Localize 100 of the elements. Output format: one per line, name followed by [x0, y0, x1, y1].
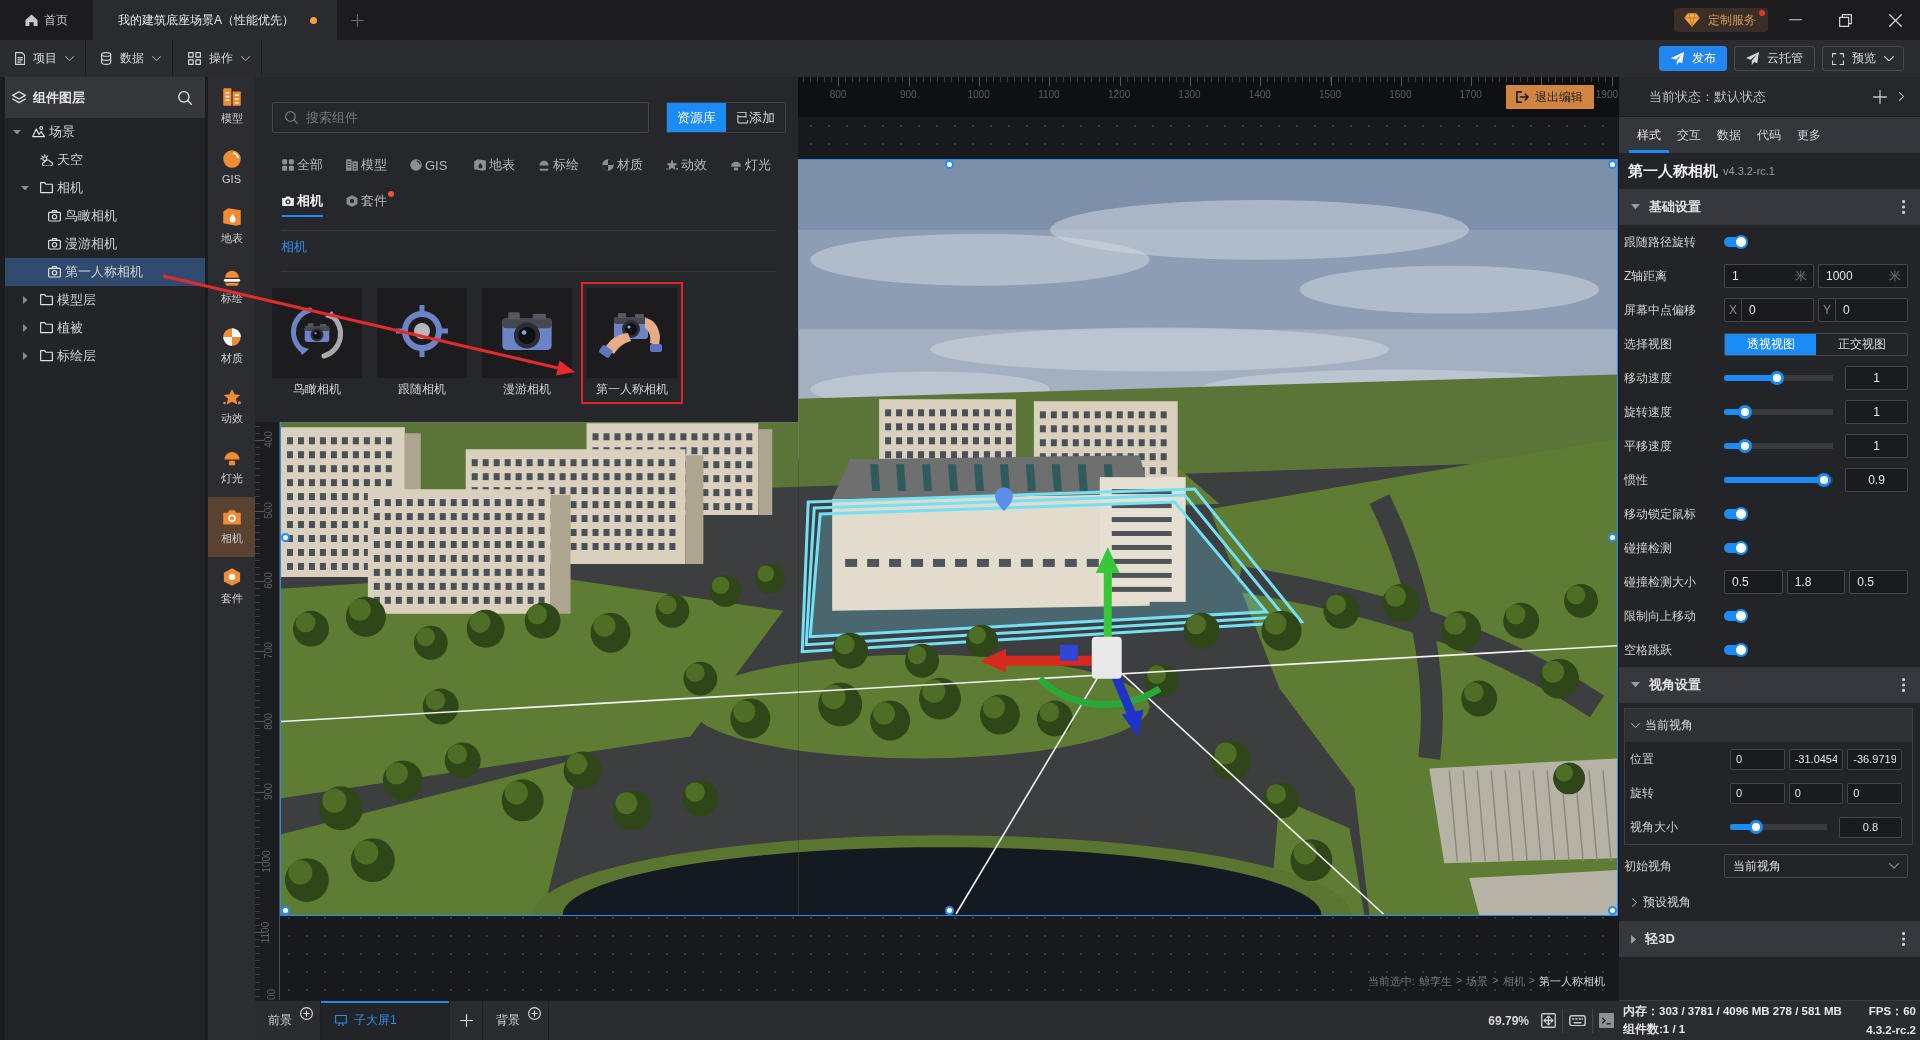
source-tab[interactable]: 已添加 — [726, 103, 785, 132]
more-icon[interactable] — [1901, 932, 1905, 946]
sidebar-item[interactable]: 地表 — [208, 197, 255, 257]
search-icon[interactable] — [178, 90, 192, 105]
category-tab[interactable]: 标绘 — [538, 151, 579, 181]
number-input[interactable]: 0 — [1836, 298, 1908, 322]
resize-handle[interactable] — [281, 906, 290, 915]
caret-right-icon[interactable] — [22, 352, 28, 360]
slider-thumb[interactable] — [1817, 473, 1832, 487]
number-input[interactable]: 0.5 — [1724, 570, 1783, 594]
toggle-switch[interactable] — [1724, 609, 1748, 623]
sidebar-item[interactable]: GIS — [208, 137, 255, 197]
document-tab[interactable]: 我的建筑底座场景A（性能优先） — [93, 0, 337, 40]
resize-handle[interactable] — [944, 160, 954, 169]
property-tab[interactable]: 交互 — [1669, 117, 1709, 153]
segment-option[interactable]: 正交视图 — [1816, 333, 1907, 355]
category-tab[interactable]: 动效 — [666, 151, 707, 181]
breadcrumb-item[interactable]: 鲸孪生 — [1418, 974, 1452, 989]
section-header[interactable]: 基础设置 — [1619, 189, 1920, 225]
section-header[interactable]: 轻3D — [1619, 921, 1920, 957]
screen-tab[interactable]: 子大屏1 — [321, 1001, 450, 1040]
subgroup-header[interactable]: 预设视角 — [1624, 883, 1908, 921]
section-header[interactable]: 视角设置 — [1619, 667, 1920, 703]
slider-thumb[interactable] — [1749, 820, 1764, 834]
subgroup-header[interactable]: 当前视角 — [1625, 709, 1912, 742]
resize-handle[interactable] — [1608, 533, 1617, 542]
number-input[interactable]: 0.9 — [1845, 468, 1908, 492]
property-tab[interactable]: 代码 — [1749, 117, 1789, 153]
category-tab[interactable]: 全部 — [282, 151, 323, 181]
sidebar-item[interactable]: 模型 — [208, 77, 255, 137]
number-input[interactable]: 1.8 — [1786, 570, 1846, 594]
resize-handle[interactable] — [1608, 906, 1617, 915]
tree-item[interactable]: 模型层 — [5, 286, 205, 314]
number-input[interactable]: 0.5 — [1849, 570, 1908, 594]
category-tab[interactable]: 地表 — [474, 151, 515, 181]
toggle-switch[interactable] — [1724, 643, 1748, 657]
category-tab[interactable]: 材质 — [602, 151, 643, 181]
property-tab[interactable]: 数据 — [1709, 117, 1749, 153]
tree-item[interactable]: 天空 — [5, 146, 205, 174]
number-input[interactable]: 0 — [1730, 748, 1785, 770]
breadcrumb-item[interactable]: 第一人称相机 — [1539, 974, 1605, 989]
number-input[interactable]: 0 — [1730, 782, 1785, 804]
sidebar-item[interactable]: 灯光 — [208, 437, 255, 497]
terminal-icon[interactable] — [1599, 1013, 1614, 1028]
exit-edit-button[interactable]: 退出编辑 — [1505, 85, 1594, 109]
keyboard-icon[interactable] — [1569, 1014, 1586, 1027]
tree-item[interactable]: 相机 — [5, 174, 205, 202]
toggle-switch[interactable] — [1724, 541, 1748, 555]
more-icon[interactable] — [1901, 678, 1905, 692]
search-input[interactable]: 搜索组件 — [306, 107, 636, 128]
sidebar-item[interactable]: 材质 — [208, 317, 255, 377]
slider-thumb[interactable] — [1737, 439, 1752, 453]
number-input[interactable]: -31.0454 — [1788, 748, 1844, 770]
number-input[interactable]: 1 — [1845, 366, 1908, 390]
sidebar-item[interactable]: 套件 — [208, 557, 255, 617]
sidebar-item[interactable]: 相机 — [208, 497, 255, 557]
search-field[interactable]: 搜索组件 — [272, 102, 649, 133]
slider-thumb[interactable] — [1737, 405, 1752, 419]
breadcrumb-item[interactable]: 场景 — [1466, 974, 1489, 989]
number-input[interactable]: 0 — [1788, 782, 1844, 804]
number-input[interactable]: 1 — [1845, 400, 1908, 424]
caret-right-icon[interactable] — [22, 296, 28, 304]
dropdown-field[interactable]: 当前视角 — [1724, 854, 1908, 878]
tree-item[interactable]: 第一人称相机 — [5, 258, 205, 286]
tree-item[interactable]: 植被 — [5, 314, 205, 342]
category-tab[interactable]: 模型 — [346, 151, 387, 181]
number-input[interactable]: -36.9719 — [1847, 748, 1902, 770]
home-tab[interactable]: 首页 — [0, 0, 93, 40]
property-tab[interactable]: 更多 — [1789, 117, 1829, 153]
number-input[interactable]: 1 — [1845, 434, 1908, 458]
category-tab[interactable]: 灯光 — [730, 151, 771, 181]
sidebar-item[interactable]: 标绘 — [208, 257, 255, 317]
component-card[interactable]: 跟随相机 — [377, 288, 467, 398]
publish-button[interactable]: 发布 — [1659, 46, 1727, 71]
more-icon[interactable] — [1901, 200, 1905, 214]
number-input[interactable]: 0 — [1847, 782, 1902, 804]
caret-right-icon[interactable] — [22, 324, 28, 332]
number-input[interactable]: 0.8 — [1839, 816, 1902, 838]
caret-down-icon[interactable] — [21, 185, 29, 191]
layer-tab[interactable]: 背景 — [483, 1001, 549, 1040]
expand-arrows-icon[interactable] — [1541, 1013, 1556, 1028]
component-card[interactable]: 鸟瞰相机 — [272, 288, 362, 398]
category-tab[interactable]: GIS — [410, 151, 448, 181]
cloud-hosting-button[interactable]: 云托管 — [1734, 46, 1815, 71]
plus-circle-icon[interactable] — [300, 1007, 313, 1020]
tree-item[interactable]: 标绘层 — [5, 342, 205, 370]
number-input[interactable]: 0 — [1742, 298, 1814, 322]
component-card[interactable]: 漫游相机 — [482, 288, 572, 398]
chevron-right-icon[interactable] — [1898, 92, 1904, 101]
plus-circle-icon[interactable] — [528, 1007, 541, 1020]
resize-handle[interactable] — [1608, 160, 1617, 169]
component-card[interactable]: 第一人称相机 — [587, 288, 677, 398]
slider-thumb[interactable] — [1770, 371, 1785, 385]
resize-handle[interactable] — [944, 906, 954, 915]
toggle-switch[interactable] — [1724, 507, 1748, 521]
plus-icon[interactable] — [1872, 89, 1887, 104]
category-tab[interactable]: 相机 — [282, 187, 323, 217]
toggle-switch[interactable] — [1724, 235, 1748, 249]
tree-item[interactable]: 场景 — [5, 118, 205, 146]
preview-button[interactable]: 预览 — [1822, 46, 1904, 71]
